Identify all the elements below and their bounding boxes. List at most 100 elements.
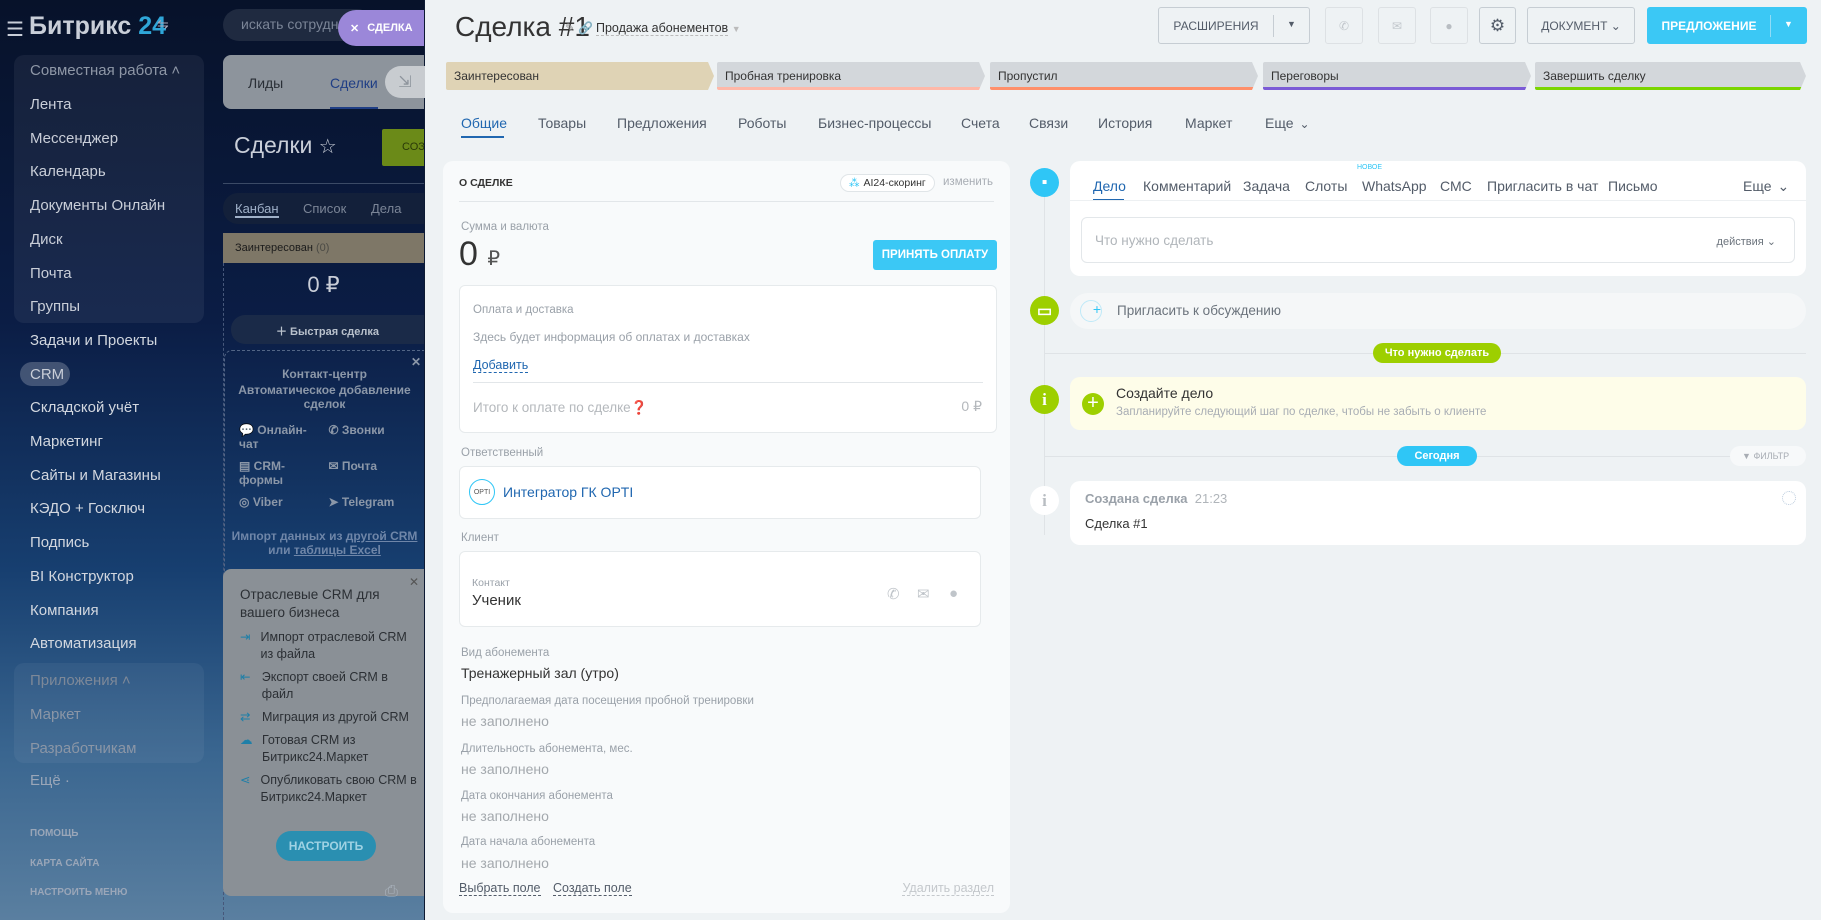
menu-item[interactable]: Календарь — [30, 163, 106, 180]
kanban-column-header[interactable]: Заинтересован (0) — [223, 233, 424, 263]
todo-input[interactable]: Что нужно сделать действия ⌄ — [1081, 217, 1795, 263]
channel-crm-forms[interactable]: ▤ CRM-формы — [239, 459, 325, 487]
tab-item[interactable]: Связи — [1029, 115, 1068, 131]
select-field-link[interactable]: Выбрать поле — [459, 881, 541, 896]
quick-deal-button[interactable]: ＋ Быстрая сделка — [231, 315, 424, 344]
stage-item[interactable]: Заинтересован — [446, 62, 714, 90]
menu-item[interactable]: Складской учёт — [30, 399, 139, 416]
menu-item[interactable]: Подпись — [30, 534, 89, 551]
timeline-tab[interactable]: Слоты — [1305, 178, 1347, 194]
footer-help[interactable]: ПОМОЩЬ — [30, 828, 78, 839]
tab-deals[interactable]: Сделки — [330, 75, 378, 109]
menu-item[interactable]: Автоматизация — [30, 635, 137, 652]
timeline-more-tab[interactable]: Еще ⌄ — [1743, 178, 1789, 195]
extensions-button[interactable]: РАСШИРЕНИЯ ▼ — [1158, 7, 1310, 44]
responsible-name[interactable]: Интегратор ГК OPTI — [503, 484, 633, 500]
close-deal-tab[interactable]: ✕ СДЕЛКА — [338, 10, 424, 46]
view-list[interactable]: Список — [303, 201, 346, 216]
edit-pencil-icon[interactable]: ✎ 🔗 — [565, 21, 593, 35]
hamburger-icon[interactable]: ☰ — [6, 17, 24, 42]
menu-item[interactable]: Лента — [30, 96, 72, 113]
accept-payment-button[interactable]: ПРИНЯТЬ ОПЛАТУ — [873, 240, 997, 270]
change-link[interactable]: изменить — [943, 176, 993, 188]
tab-item[interactable]: История — [1098, 115, 1152, 131]
stage-item[interactable]: Пропустил — [990, 62, 1258, 90]
field-value[interactable]: не заполнено — [461, 808, 549, 824]
plus-icon[interactable]: + — [1082, 393, 1104, 415]
tab-item[interactable]: Общие — [461, 115, 507, 131]
menu-item[interactable]: Сайты и Магазины — [30, 467, 161, 484]
industry-item[interactable]: ⇤ Экспорт своей CRM в файл — [240, 669, 420, 703]
timeline-tab[interactable]: Дело — [1093, 178, 1126, 194]
channel-viber[interactable]: ◎ Viber — [239, 495, 325, 509]
view-activities[interactable]: Дела — [371, 201, 401, 216]
timeline-tab[interactable]: Письмо — [1608, 178, 1658, 194]
tab-item[interactable]: Счета — [961, 115, 1000, 131]
settings-sliders-icon[interactable]: ⇋ — [157, 16, 169, 33]
stage-item[interactable]: Завершить сделку — [1535, 62, 1806, 90]
channel-online-chat[interactable]: 💬 Онлайн-чат — [239, 423, 325, 451]
field-value[interactable]: не заполнено — [461, 713, 549, 729]
create-field-link[interactable]: Создать поле — [553, 881, 632, 896]
tab-item[interactable]: Бизнес-процессы — [818, 115, 931, 131]
invite-discussion[interactable]: + Пригласить к обсуждению — [1070, 293, 1806, 329]
call-button[interactable]: ✆ — [1325, 7, 1363, 44]
industry-item[interactable]: ⇄ Миграция из другой CRM — [240, 709, 420, 726]
configure-button[interactable]: НАСТРОИТЬ — [276, 831, 376, 861]
menu-item-more[interactable]: Ещё · — [30, 772, 70, 789]
group-collaboration-header[interactable]: Совместная работа ˄ — [30, 62, 180, 79]
tab-item[interactable]: Маркет — [1185, 115, 1232, 131]
menu-item-developers[interactable]: Разработчикам — [30, 740, 136, 757]
menu-item[interactable]: Задачи и Проекты — [30, 332, 157, 349]
import-excel-link[interactable]: таблицы Excel — [294, 543, 381, 557]
pipeline-selector[interactable]: Продажа абонементов ▼ — [596, 21, 741, 36]
filter-button[interactable]: ▼ ФИЛЬТР — [1730, 446, 1806, 466]
email-button[interactable]: ✉ — [1378, 7, 1416, 44]
contact-chat-icon[interactable]: ● — [949, 585, 958, 602]
menu-item[interactable]: Мессенджер — [30, 130, 118, 147]
menu-item[interactable]: Маркетинг — [30, 433, 103, 450]
industry-item[interactable]: ⋖ Опубликовать свою CRM в Битрикс24.Марке… — [240, 772, 420, 806]
close-icon[interactable]: ✕ — [409, 575, 419, 589]
footer-configure-menu[interactable]: НАСТРОИТЬ МЕНЮ — [30, 887, 127, 898]
menu-item[interactable]: Диск — [30, 231, 63, 248]
stage-item[interactable]: Пробная тренировка — [717, 62, 985, 90]
field-value[interactable]: не заполнено — [461, 761, 549, 777]
view-kanban[interactable]: Канбан — [235, 201, 279, 218]
create-button[interactable]: СОЗ — [382, 129, 424, 166]
channel-mail[interactable]: ✉ Почта — [329, 459, 415, 487]
menu-item[interactable]: Компания — [30, 602, 99, 619]
contact-name[interactable]: Ученик — [472, 592, 521, 609]
group-apps-header[interactable]: Приложения ˄ — [30, 672, 131, 689]
field-value[interactable]: Тренажерный зал (утро) — [461, 665, 619, 681]
industry-item[interactable]: ⇥ Импорт отраслевой CRM из файла — [240, 629, 420, 663]
menu-item[interactable]: BI Конструктор — [30, 568, 134, 585]
stage-item[interactable]: Переговоры — [1263, 62, 1531, 90]
document-button[interactable]: ДОКУМЕНТ ⌄ — [1527, 7, 1635, 44]
collapse-icon[interactable]: ⇲ — [385, 66, 425, 98]
contact-mail-icon[interactable]: ✉ — [917, 585, 930, 603]
menu-item[interactable]: Документы Онлайн — [30, 197, 165, 214]
channel-calls[interactable]: ✆ Звонки — [329, 423, 415, 451]
menu-item[interactable]: Почта — [30, 265, 72, 282]
settings-button[interactable]: ⚙ — [1479, 7, 1516, 44]
timeline-tab[interactable]: Пригласить в чат — [1487, 178, 1598, 194]
tab-item[interactable]: Товары — [538, 115, 586, 131]
actions-dropdown[interactable]: действия ⌄ — [1717, 235, 1776, 248]
timeline-tab[interactable]: Задача — [1243, 178, 1290, 194]
channel-telegram[interactable]: ➤ Telegram — [329, 495, 415, 509]
print-icon[interactable]: ⎙ — [385, 883, 398, 901]
industry-item[interactable]: ☁ Готовая CRM из Битрикс24.Маркет — [240, 732, 420, 766]
import-other-crm-link[interactable]: другой CRM — [346, 529, 418, 543]
timeline-tab[interactable]: Комментарий — [1143, 178, 1231, 194]
menu-item[interactable]: CRM — [30, 366, 64, 383]
contact-call-icon[interactable]: ✆ — [887, 585, 900, 603]
timeline-tab[interactable]: WhatsApp — [1362, 178, 1427, 194]
timeline-tab[interactable]: СМС — [1440, 178, 1472, 194]
tab-item[interactable]: Еще ⌄ — [1265, 115, 1310, 131]
delete-section-link[interactable]: Удалить раздел — [902, 881, 994, 896]
menu-item-market[interactable]: Маркет — [30, 706, 81, 723]
chat-button[interactable]: ● — [1430, 7, 1468, 44]
logo[interactable]: Битрикс 24 — [29, 12, 166, 41]
responsible-box[interactable]: OPTI Интегратор ГК OPTI — [459, 466, 981, 519]
